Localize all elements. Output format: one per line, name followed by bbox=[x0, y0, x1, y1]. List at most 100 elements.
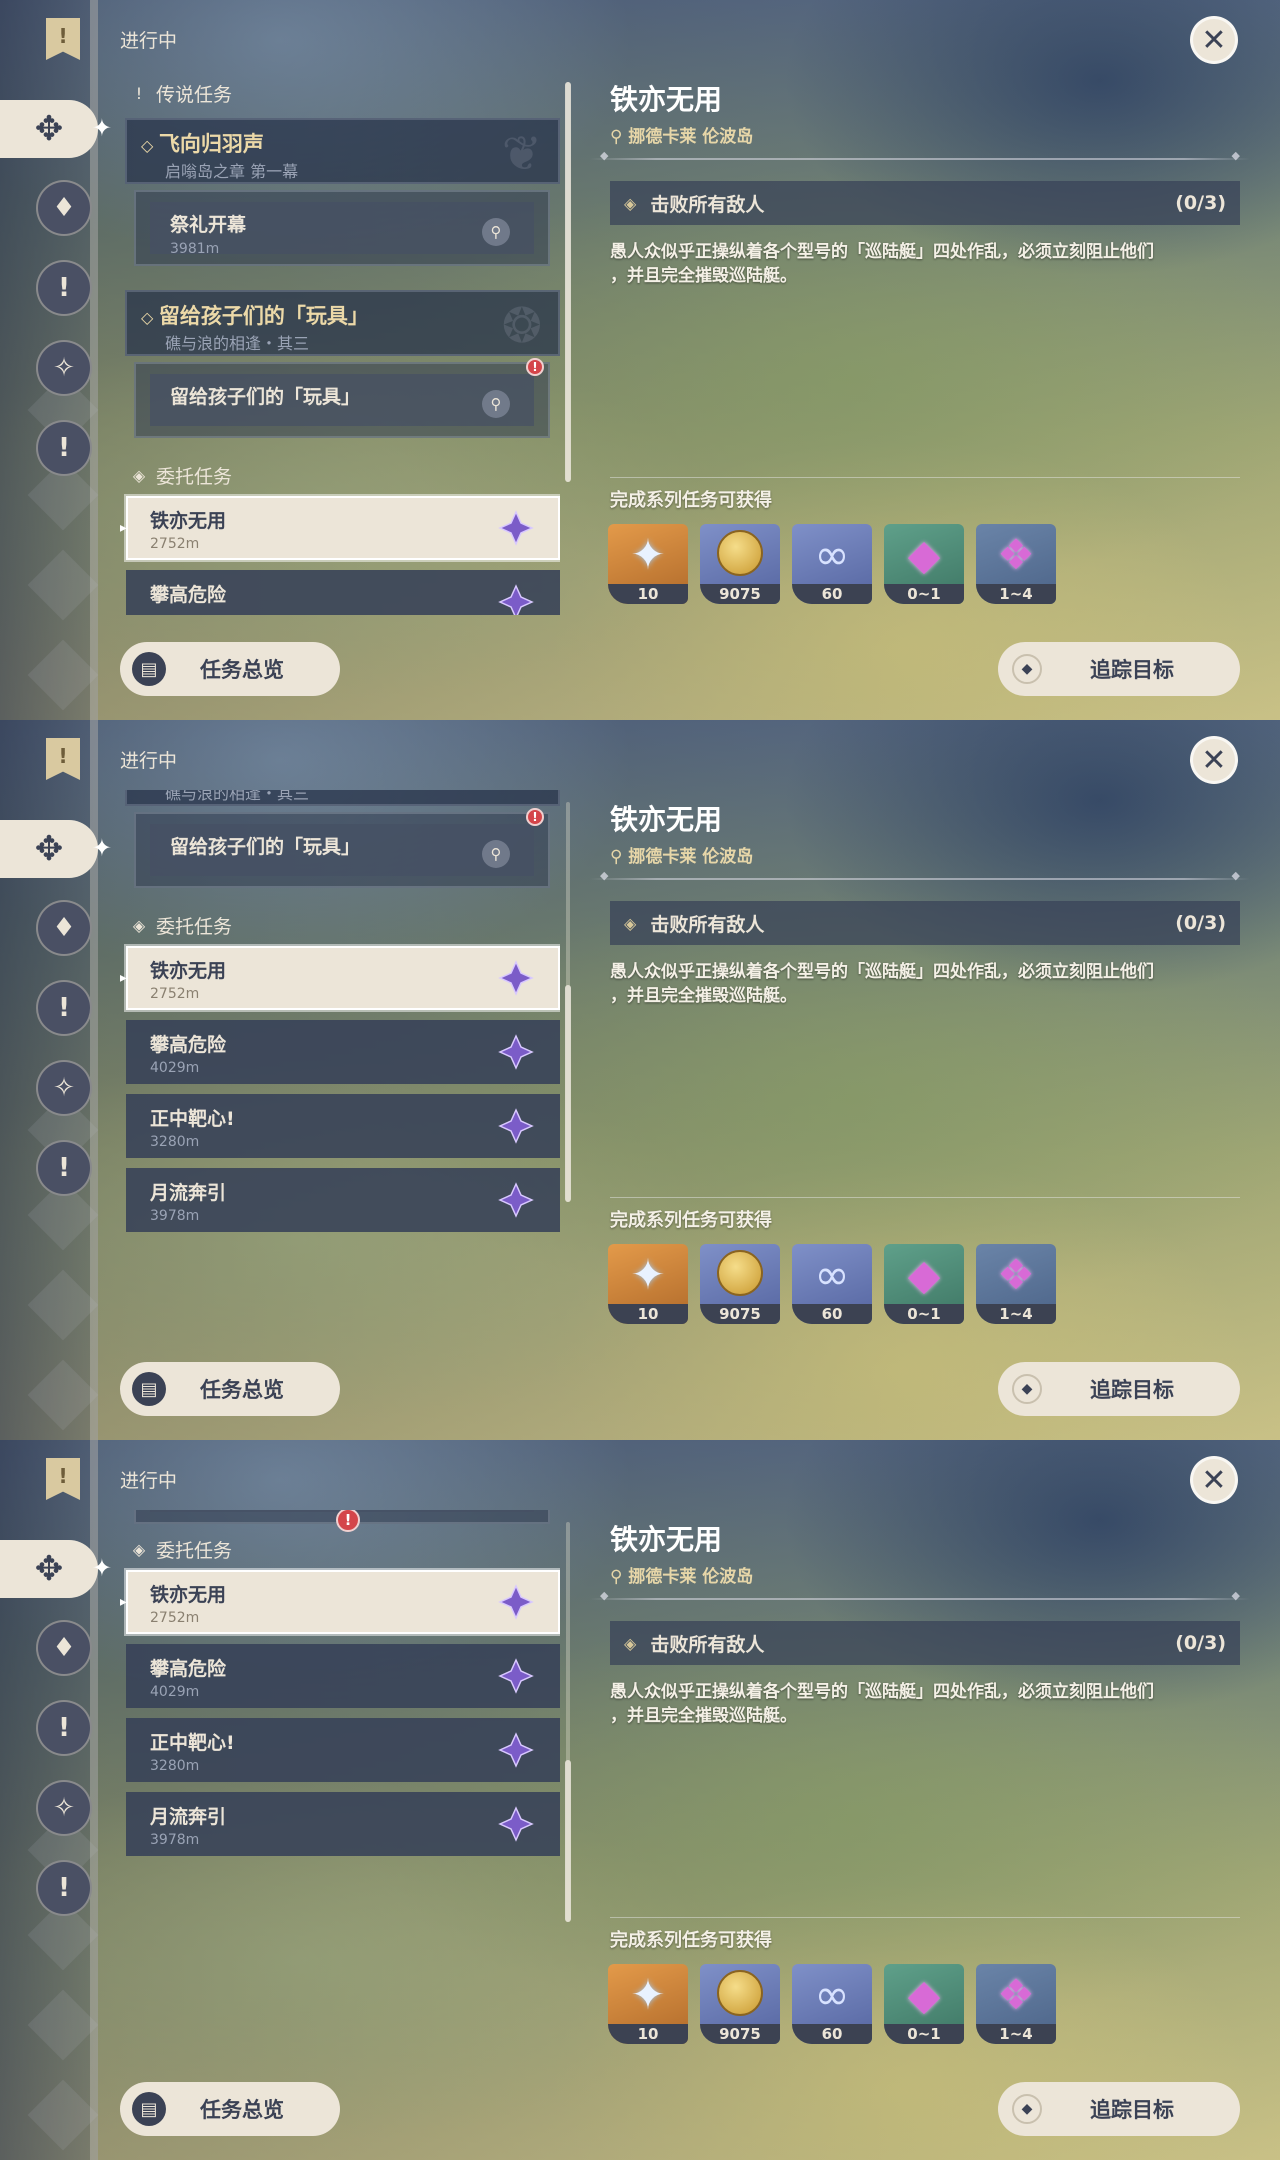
primogem-icon: ✦ bbox=[630, 530, 666, 579]
legend-subquest[interactable]: 留给孩子们的「玩具」 ⚲ ! bbox=[134, 358, 550, 438]
quest-panel-3: ! ✥ ✦ ♦ ! ✧ ! 进行中 ! ◈ 委托任务 ▶ 铁亦无用 2752m 攀… bbox=[0, 1440, 1280, 2160]
category-all-button[interactable]: ✥ ✦ bbox=[0, 100, 112, 158]
reward-count: 1~4 bbox=[976, 584, 1056, 604]
quest-overview-button[interactable]: ▤ 任务总览 bbox=[120, 1362, 340, 1416]
quest-list[interactable]: ! ◈ 委托任务 ▶ 铁亦无用 2752m 攀高危险 4029m 正中靶心! 3… bbox=[120, 1510, 560, 2055]
rewards-label: 完成系列任务可获得 bbox=[610, 1210, 772, 1231]
scrollbar-thumb[interactable] bbox=[565, 82, 571, 482]
legend-quest-icon: ! bbox=[58, 1713, 70, 1743]
category-world-button[interactable]: ✧ bbox=[36, 340, 92, 396]
location-pin-icon[interactable]: ⚲ bbox=[482, 218, 510, 246]
rewards-row: ✦ 10 9075 ∞ 60 ◆ 0~1 ❖ 1~4 bbox=[608, 1964, 1056, 2044]
track-target-label: 追踪目标 bbox=[1090, 658, 1174, 682]
bird-emblem-icon: ❦ bbox=[501, 126, 542, 182]
quest-overview-button[interactable]: ▤ 任务总览 bbox=[120, 2082, 340, 2136]
primogem-icon: ✦ bbox=[630, 1970, 666, 2019]
reward-crystal-pink[interactable]: ❖ 1~4 bbox=[976, 1964, 1056, 2044]
rewards-label: 完成系列任务可获得 bbox=[610, 490, 772, 511]
scrollbar-thumb[interactable] bbox=[565, 1760, 571, 1922]
commission-item-selected[interactable]: ▶ 铁亦无用 2752m bbox=[120, 496, 560, 560]
commission-item[interactable]: 月流奔引 3978m bbox=[126, 1792, 560, 1856]
reward-crystal-green[interactable]: ◆ 0~1 bbox=[884, 524, 964, 604]
legend-quest-header[interactable]: 留给孩子们的「玩具」 礁与浪的相逢・其三 bbox=[125, 790, 560, 806]
commission-item[interactable]: 攀高危险 bbox=[126, 570, 560, 615]
quest-detail-location: 挪德卡莱 伦波岛 bbox=[610, 1562, 753, 1587]
close-button[interactable]: ✕ bbox=[1190, 1456, 1238, 1504]
category-archon-button[interactable]: ♦ bbox=[36, 1620, 92, 1676]
location-pin-icon[interactable]: ⚲ bbox=[482, 390, 510, 418]
legend-quest-header[interactable]: 飞向归羽声 启嗡岛之章 第一幕 ❦ bbox=[125, 118, 560, 184]
location-pin-icon[interactable]: ⚲ bbox=[482, 840, 510, 868]
adventure-exp-icon: ∞ bbox=[814, 1250, 850, 1299]
quest-book-icon: ▤ bbox=[132, 652, 166, 686]
legend-subquest[interactable]: ! bbox=[134, 1510, 550, 1532]
reward-divider bbox=[610, 1917, 1240, 1918]
in-progress-label: 进行中 bbox=[120, 30, 178, 52]
reward-adventure-exp[interactable]: ∞ 60 bbox=[792, 1964, 872, 2044]
commission-title: 正中靶心! bbox=[150, 1108, 235, 1130]
legend-subquest[interactable]: 留给孩子们的「玩具」 ⚲ ! bbox=[134, 808, 550, 888]
commission-distance: 3978m bbox=[150, 1832, 200, 1848]
track-target-button[interactable]: ◆ 追踪目标 bbox=[998, 2082, 1240, 2136]
quest-objective: ◈ 击败所有敌人 (0/3) bbox=[610, 1621, 1240, 1665]
quest-panel-1: ! ✥✦ ♦ ! ✧ ! 进行中 ! 传说任务 飞向归羽声 启嗡岛之章 第一幕 … bbox=[0, 0, 1280, 720]
category-world-button[interactable]: ✧ bbox=[36, 1060, 92, 1116]
track-diamond-icon: ◆ bbox=[1012, 1374, 1042, 1404]
commission-item[interactable]: 攀高危险 4029m bbox=[126, 1020, 560, 1084]
commission-item[interactable]: 正中靶心! 3280m bbox=[126, 1094, 560, 1158]
reward-adventure-exp[interactable]: ∞ 60 bbox=[792, 1244, 872, 1324]
category-event-button[interactable]: ! bbox=[36, 1860, 92, 1916]
scrollbar-thumb[interactable] bbox=[565, 985, 571, 1202]
objective-diamond-icon: ◈ bbox=[624, 193, 637, 213]
category-legend-button[interactable]: ! bbox=[36, 980, 92, 1036]
commission-icon: ◈ bbox=[132, 916, 146, 935]
close-button[interactable]: ✕ bbox=[1190, 736, 1238, 784]
section-commission-label: 委托任务 bbox=[156, 916, 233, 938]
commission-item[interactable]: 攀高危险 4029m bbox=[126, 1644, 560, 1708]
rail-divider bbox=[90, 1440, 98, 2160]
reward-crystal-green[interactable]: ◆ 0~1 bbox=[884, 1964, 964, 2044]
category-event-button[interactable]: ! bbox=[36, 420, 92, 476]
commission-item[interactable]: 月流奔引 3978m bbox=[126, 1168, 560, 1232]
reward-count: 60 bbox=[792, 1304, 872, 1324]
quest-overview-label: 任务总览 bbox=[200, 658, 284, 682]
reward-primogem[interactable]: ✦ 10 bbox=[608, 524, 688, 604]
category-all-button[interactable]: ✥ ✦ bbox=[0, 1540, 112, 1598]
commission-item-selected[interactable]: ▶ 铁亦无用 2752m bbox=[120, 1570, 560, 1634]
legend-quest-title: 留给孩子们的「玩具」 bbox=[141, 300, 544, 330]
reward-count: 60 bbox=[792, 2024, 872, 2044]
commission-item-selected[interactable]: ▶ 铁亦无用 2752m bbox=[120, 946, 560, 1010]
legend-subquest[interactable]: 祭礼开幕 3981m ⚲ bbox=[134, 190, 550, 266]
legend-quest-header[interactable]: 留给孩子们的「玩具」 礁与浪的相逢・其三 ❂ bbox=[125, 290, 560, 356]
commission-item[interactable]: 正中靶心! 3280m bbox=[126, 1718, 560, 1782]
category-archon-button[interactable]: ♦ bbox=[36, 900, 92, 956]
commission-star-icon bbox=[498, 1806, 534, 1842]
track-target-button[interactable]: ◆ 追踪目标 bbox=[998, 642, 1240, 696]
track-target-button[interactable]: ◆ 追踪目标 bbox=[998, 1362, 1240, 1416]
quest-overview-button[interactable]: ▤ 任务总览 bbox=[120, 642, 340, 696]
quest-book-icon: ▤ bbox=[132, 1372, 166, 1406]
category-legend-button[interactable]: ! bbox=[36, 260, 92, 316]
reward-crystal-pink[interactable]: ❖ 1~4 bbox=[976, 1244, 1056, 1324]
reward-crystal-green[interactable]: ◆ 0~1 bbox=[884, 1244, 964, 1324]
reward-primogem[interactable]: ✦ 10 bbox=[608, 1244, 688, 1324]
reward-mora[interactable]: 9075 bbox=[700, 1964, 780, 2044]
category-all-button[interactable]: ✥ ✦ bbox=[0, 820, 112, 878]
commission-icon: ◈ bbox=[132, 1540, 146, 1559]
mora-icon bbox=[717, 1970, 763, 2016]
quest-list[interactable]: ! 传说任务 飞向归羽声 启嗡岛之章 第一幕 ❦ 祭礼开幕 3981m ⚲ 留给… bbox=[120, 70, 560, 615]
reward-mora[interactable]: 9075 bbox=[700, 1244, 780, 1324]
quest-list[interactable]: 留给孩子们的「玩具」 礁与浪的相逢・其三 留给孩子们的「玩具」 ⚲ ! ◈ 委托… bbox=[120, 790, 560, 1335]
category-event-button[interactable]: ! bbox=[36, 1140, 92, 1196]
reward-adventure-exp[interactable]: ∞ 60 bbox=[792, 524, 872, 604]
reward-primogem[interactable]: ✦ 10 bbox=[608, 1964, 688, 2044]
track-diamond-icon: ◆ bbox=[1012, 654, 1042, 684]
category-legend-button[interactable]: ! bbox=[36, 1700, 92, 1756]
section-legend: ! 传说任务 bbox=[130, 80, 232, 107]
reward-mora[interactable]: 9075 bbox=[700, 524, 780, 604]
commission-title: 正中靶心! bbox=[150, 1732, 235, 1754]
reward-crystal-pink[interactable]: ❖ 1~4 bbox=[976, 524, 1056, 604]
category-archon-button[interactable]: ♦ bbox=[36, 180, 92, 236]
category-world-button[interactable]: ✧ bbox=[36, 1780, 92, 1836]
close-button[interactable]: ✕ bbox=[1190, 16, 1238, 64]
